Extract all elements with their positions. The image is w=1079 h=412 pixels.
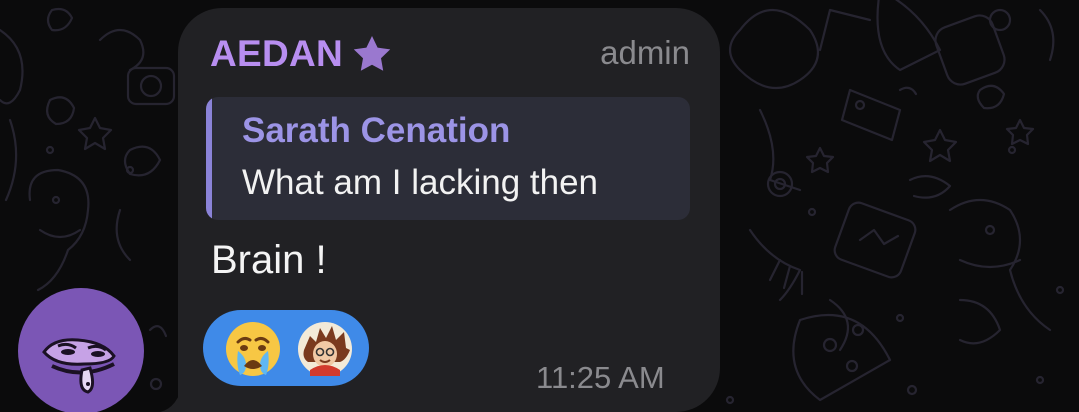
- reply-accent-bar: [206, 97, 212, 220]
- message-timestamp: 11:25 AM: [536, 360, 665, 395]
- admin-role-label: admin: [600, 34, 690, 71]
- sender-name[interactable]: AEDAN: [210, 33, 343, 75]
- sender-avatar[interactable]: [18, 288, 144, 412]
- reactions-pill[interactable]: [203, 310, 369, 386]
- crying-face-emoji-icon[interactable]: [224, 320, 282, 378]
- reply-text: What am I lacking then: [242, 163, 598, 202]
- reactor-avatar-icon[interactable]: [296, 320, 354, 378]
- reply-author: Sarath Cenation: [242, 111, 511, 150]
- star-icon: [353, 36, 391, 71]
- reply-quote[interactable]: Sarath Cenation What am I lacking then: [206, 97, 690, 220]
- message-text: Brain !: [211, 238, 327, 282]
- chat-view: AEDAN admin Sarath Cenation What am I la…: [0, 0, 1079, 412]
- sender-row: AEDAN: [210, 30, 393, 78]
- pepe-sticker-icon: [42, 338, 116, 394]
